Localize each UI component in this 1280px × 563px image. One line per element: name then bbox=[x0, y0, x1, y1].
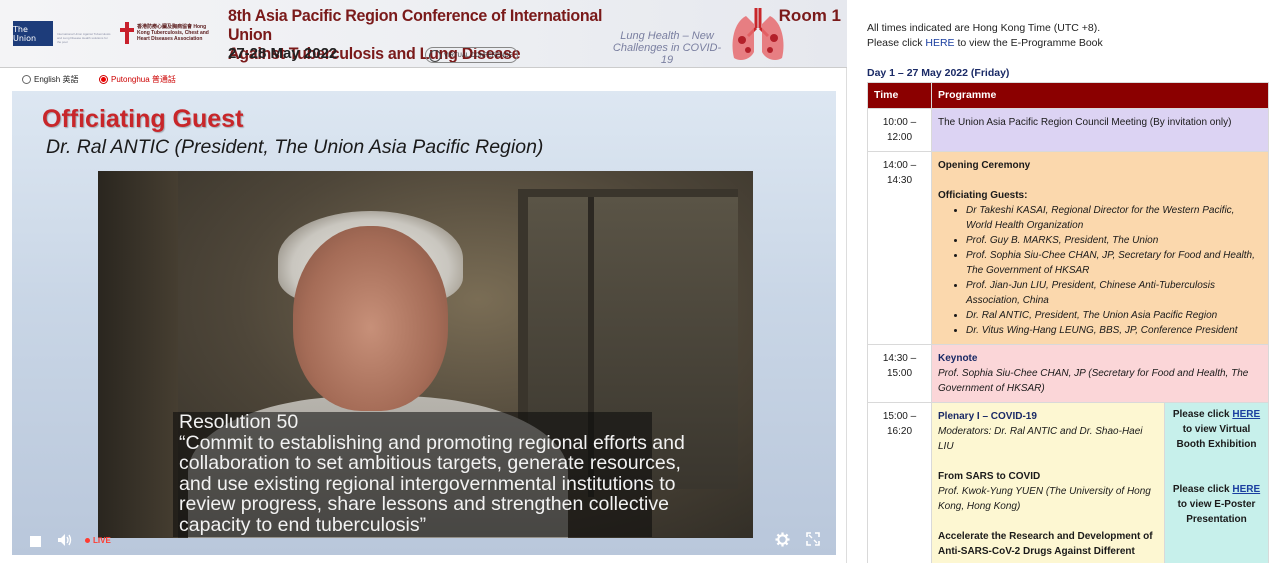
link-prefix: Please click bbox=[1172, 484, 1233, 495]
link-suffix: to view E-Poster Presentation bbox=[1177, 499, 1256, 525]
eprogramme-suffix: to view the E-Programme Book bbox=[954, 37, 1103, 49]
video-heading: Officiating Guest bbox=[42, 105, 244, 133]
radio-selected-icon[interactable] bbox=[99, 75, 108, 84]
live-indicator: LIVE bbox=[85, 536, 111, 545]
language-selector: English 英語 Putonghua 普通話 bbox=[0, 68, 847, 90]
link-prefix: Please click bbox=[1172, 409, 1233, 420]
eposter-link-block: Please click HERE to view E-Poster Prese… bbox=[1169, 482, 1264, 527]
settings-icon[interactable] bbox=[775, 532, 790, 547]
fullscreen-icon[interactable] bbox=[806, 532, 820, 546]
guests-heading: Officiating Guests: bbox=[938, 190, 1028, 201]
table-row: 10:00 – 12:00 The Union Asia Pacific Reg… bbox=[867, 108, 1269, 152]
caption-line: Resolution 50 bbox=[179, 411, 299, 433]
session-details: Plenary I – COVID-19 Moderators: Dr. Ral… bbox=[931, 402, 1165, 563]
conference-title-line-1: 8th Asia Pacific Region Conference of In… bbox=[228, 7, 603, 44]
virtual-booth-link[interactable]: HERE bbox=[1232, 409, 1260, 420]
stop-icon[interactable] bbox=[30, 536, 41, 547]
speaker-face bbox=[293, 226, 448, 411]
virtual-conference-badge: VIRTUAL CONFERENCE bbox=[425, 47, 518, 63]
language-option-label: Putonghua 普通話 bbox=[111, 75, 176, 84]
caption-line: and use existing regional intergovernmen… bbox=[179, 472, 676, 495]
eprogramme-line: Please click HERE to view the E-Programm… bbox=[867, 36, 1103, 51]
session-details: Keynote Prof. Sophia Siu-Chee CHAN, JP (… bbox=[931, 344, 1269, 403]
talk-title: From SARS to COVID bbox=[938, 471, 1041, 482]
session-time: 14:00 – 14:30 bbox=[867, 151, 932, 345]
eprogramme-link[interactable]: HERE bbox=[925, 37, 954, 49]
union-logo: The Union bbox=[13, 21, 53, 46]
session-time: 14:30 – 15:00 bbox=[867, 344, 932, 403]
link-suffix: to view Virtual Booth Exhibition bbox=[1176, 424, 1257, 450]
caption-line: review progress, share lessons and stren… bbox=[179, 493, 669, 515]
list-item: Dr. Ral ANTIC, President, The Union Asia… bbox=[966, 308, 1262, 323]
page: The Union International Union Against Tu… bbox=[0, 0, 1280, 563]
hk-association-name: 香港防癆心臟及胸病協會 Hong Kong Tuberculosis, Ches… bbox=[137, 24, 209, 42]
language-option-putonghua[interactable]: Putonghua 普通話 bbox=[99, 74, 176, 85]
conference-dates: 27-28 May 2022 bbox=[228, 45, 338, 62]
conference-tagline: Lung Health – New Challenges in COVID-19 bbox=[612, 30, 722, 66]
list-item: Prof. Sophia Siu-Chee CHAN, JP, Secretar… bbox=[966, 248, 1262, 278]
virtual-booth-link-block: Please click HERE to view Virtual Booth … bbox=[1169, 407, 1264, 452]
video-speaker-name: Dr. Ral ANTIC (President, The Union Asia… bbox=[46, 136, 544, 158]
conference-player-pane: The Union International Union Against Tu… bbox=[0, 0, 847, 563]
table-row: 15:00 – 16:20 Plenary I – COVID-19 Moder… bbox=[867, 402, 1269, 563]
video-player[interactable]: Officiating Guest Dr. Ral ANTIC (Preside… bbox=[12, 91, 836, 555]
column-header-programme: Programme bbox=[931, 82, 1269, 109]
talk-speaker: Prof. Kwok-Yung YUEN (The University of … bbox=[938, 486, 1151, 512]
guest-list: Dr Takeshi KASAI, Regional Director for … bbox=[938, 203, 1262, 338]
timezone-note: All times indicated are Hong Kong Time (… bbox=[867, 22, 1101, 34]
session-details: Opening Ceremony Officiating Guests: Dr … bbox=[931, 151, 1269, 345]
table-row: 14:30 – 15:00 Keynote Prof. Sophia Siu-C… bbox=[867, 344, 1269, 403]
table-header-row: Time Programme bbox=[867, 82, 1269, 109]
session-moderators: Moderators: Dr. Ral ANTIC and Dr. Shao-H… bbox=[938, 426, 1143, 452]
conference-banner: The Union International Union Against Tu… bbox=[0, 0, 847, 68]
session-title: Plenary I – COVID-19 bbox=[938, 411, 1037, 422]
day-title: Day 1 – 27 May 2022 (Friday) bbox=[867, 67, 1010, 79]
language-option-english[interactable]: English 英語 bbox=[22, 74, 78, 85]
volume-icon[interactable] bbox=[57, 533, 73, 547]
session-time: 15:00 – 16:20 bbox=[867, 402, 932, 563]
programme-info: All times indicated are Hong Kong Time (… bbox=[867, 21, 1103, 51]
column-header-time: Time bbox=[867, 82, 932, 109]
programme-pane: All times indicated are Hong Kong Time (… bbox=[848, 0, 1280, 563]
list-item: Prof. Guy B. MARKS, President, The Union bbox=[966, 233, 1262, 248]
list-item: Prof. Jian-Jun LIU, President, Chinese A… bbox=[966, 278, 1262, 308]
programme-table: Time Programme 10:00 – 12:00 The Union A… bbox=[867, 82, 1269, 563]
side-links: Please click HERE to view Virtual Booth … bbox=[1164, 402, 1269, 563]
session-title: The Union Asia Pacific Region Council Me… bbox=[931, 108, 1269, 152]
radio-icon[interactable] bbox=[22, 75, 31, 84]
background-shelf bbox=[98, 171, 178, 538]
table-row: 14:00 – 14:30 Opening Ceremony Officiati… bbox=[867, 151, 1269, 345]
hk-association-cross-icon bbox=[120, 22, 134, 44]
language-option-label: English 英語 bbox=[34, 75, 79, 84]
session-time: 10:00 – 12:00 bbox=[867, 108, 932, 152]
caption-line: collaboration to set ambitious targets, … bbox=[179, 452, 681, 474]
caption-line: “Commit to establishing and promoting re… bbox=[179, 431, 685, 454]
list-item: Dr Takeshi KASAI, Regional Director for … bbox=[966, 203, 1262, 233]
union-subtitle: International Union Against Tuberculosis… bbox=[57, 32, 111, 44]
session-title: Opening Ceremony bbox=[938, 160, 1031, 171]
session-title: Keynote bbox=[938, 353, 978, 364]
room-label: Room 1 bbox=[778, 6, 841, 25]
eprogramme-prefix: Please click bbox=[867, 37, 926, 49]
video-caption: Resolution 50 “Commit to establishing an… bbox=[173, 411, 685, 537]
video-controls: LIVE bbox=[12, 527, 836, 555]
talk-title: Accelerate the Research and Development … bbox=[938, 531, 1153, 557]
eposter-link[interactable]: HERE bbox=[1232, 484, 1260, 495]
list-item: Dr. Vitus Wing-Hang LEUNG, BBS, JP, Conf… bbox=[966, 323, 1262, 338]
session-speaker: Prof. Sophia Siu-Chee CHAN, JP (Secretar… bbox=[938, 368, 1249, 394]
